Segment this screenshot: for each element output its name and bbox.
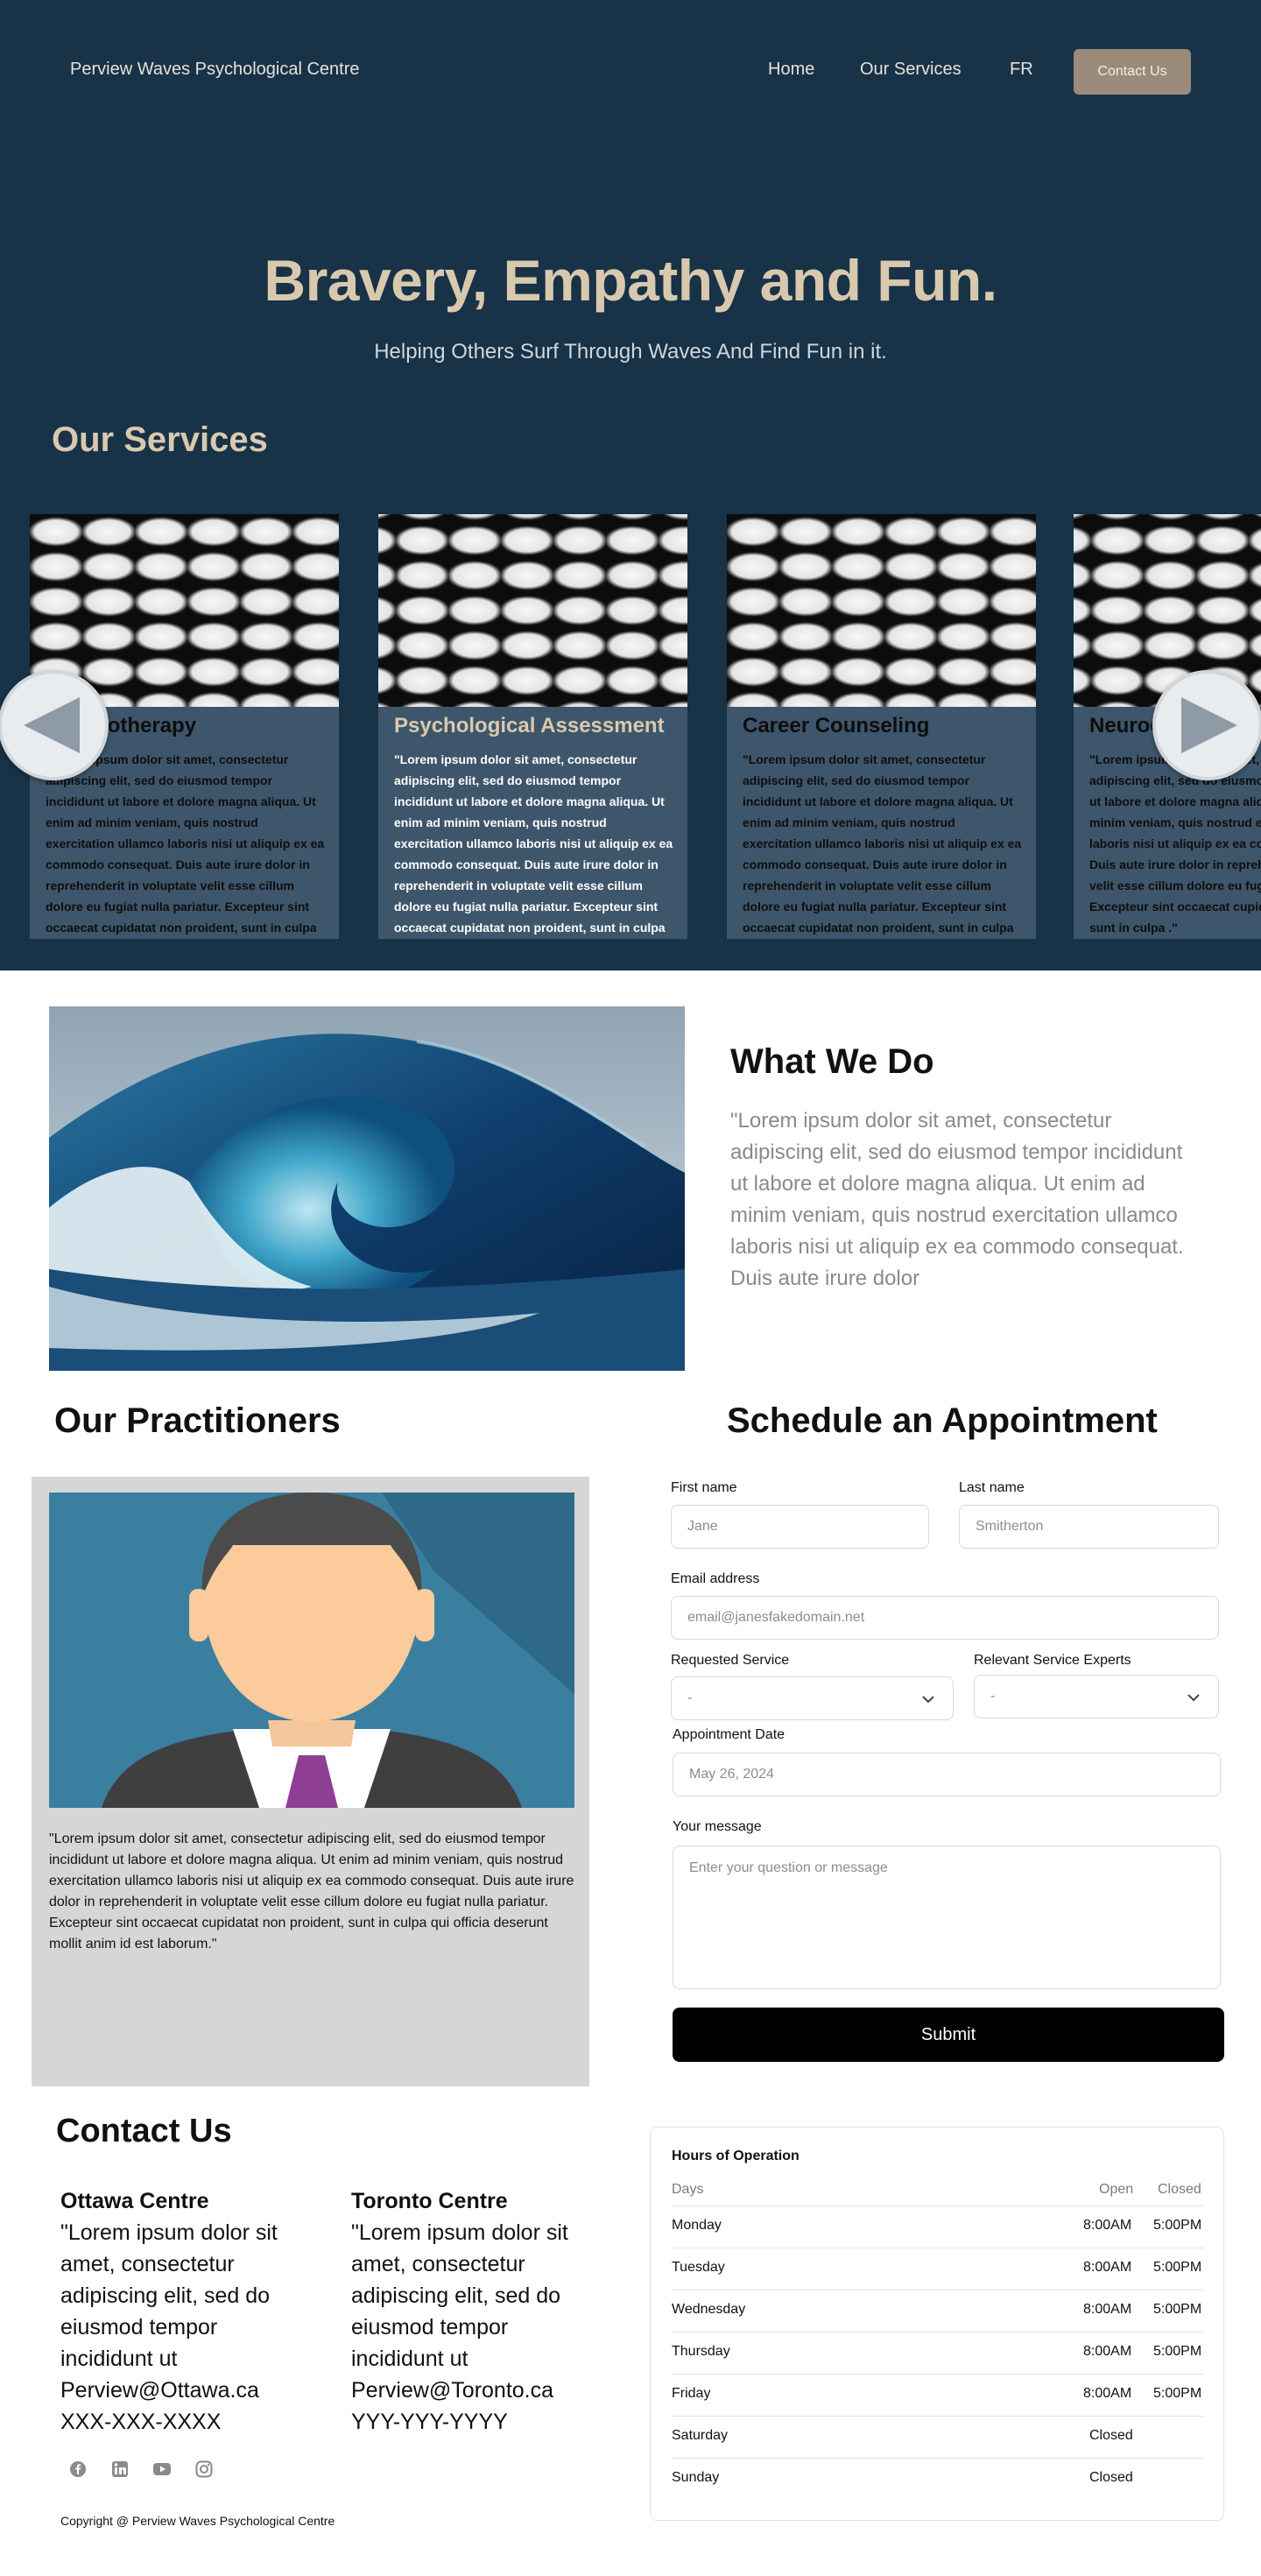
centre-name: Ottawa Centre bbox=[60, 2189, 209, 2213]
day-label: Wednesday bbox=[672, 2302, 746, 2317]
close-time: 5:00PM bbox=[1153, 2260, 1202, 2275]
nav-home[interactable]: Home bbox=[768, 60, 814, 80]
wave-image bbox=[49, 1006, 685, 1371]
service-experts-value: - bbox=[990, 1689, 996, 1704]
services-heading: Our Services bbox=[52, 420, 268, 459]
close-time: 5:00PM bbox=[1153, 2344, 1202, 2359]
appointment-date-label: Appointment Date bbox=[673, 1727, 785, 1742]
brand-name[interactable]: Perview Waves Psychological Centre bbox=[70, 60, 360, 80]
message-label: Your message bbox=[673, 1819, 762, 1834]
what-we-do-text: "Lorem ipsum dolor sit amet, consectetur… bbox=[730, 1109, 1184, 1290]
open-time: 8:00AM bbox=[1083, 2302, 1132, 2317]
ottawa-centre: Ottawa Centre "Lorem ipsum dolor sit ame… bbox=[60, 2185, 297, 2438]
facebook-icon[interactable] bbox=[68, 2460, 88, 2479]
nav-language-fr[interactable]: FR bbox=[1010, 60, 1033, 80]
close-time: 5:00PM bbox=[1153, 2302, 1202, 2317]
carousel-next-button[interactable] bbox=[1152, 670, 1261, 780]
centre-email[interactable]: Perview@Toronto.ca bbox=[351, 2375, 588, 2406]
hero-subtitle: Helping Others Surf Through Waves And Fi… bbox=[374, 340, 887, 363]
hero-section: Perview Waves Psychological Centre Home … bbox=[0, 0, 1261, 970]
centre-phone: YYY-YYY-YYYY bbox=[351, 2410, 508, 2434]
service-card-title: Psychological Assessment bbox=[394, 714, 665, 738]
day-label: Sunday bbox=[672, 2470, 720, 2485]
first-name-label: First name bbox=[671, 1480, 737, 1495]
day-label: Thursday bbox=[672, 2344, 730, 2359]
column-closed: Closed bbox=[1158, 2182, 1201, 2197]
column-days: Days bbox=[672, 2182, 704, 2197]
requested-service-select[interactable]: - bbox=[671, 1676, 954, 1720]
contact-title: Contact Us bbox=[56, 2113, 232, 2149]
toronto-centre: Toronto Centre "Lorem ipsum dolor sit am… bbox=[351, 2185, 588, 2438]
what-we-do-title: What We Do bbox=[730, 1042, 934, 1081]
service-card-text: "Lorem ipsum dolor sit amet, consectetur… bbox=[394, 752, 673, 935]
email-input[interactable]: email@janesfakedomain.net bbox=[671, 1596, 1219, 1640]
open-time: 8:00AM bbox=[1083, 2344, 1132, 2359]
service-card-image bbox=[727, 514, 1036, 707]
last-name-label: Last name bbox=[959, 1480, 1025, 1495]
open-time: 8:00AM bbox=[1083, 2260, 1132, 2275]
hours-row-thursday: Thursday 8:00AM 5:00PM bbox=[672, 2332, 1204, 2374]
open-time: 8:00AM bbox=[1083, 2218, 1132, 2233]
carousel-prev-button[interactable] bbox=[0, 670, 109, 780]
day-label: Monday bbox=[672, 2218, 722, 2233]
centre-email[interactable]: Perview@Ottawa.ca bbox=[60, 2375, 297, 2406]
hours-title: Hours of Operation bbox=[672, 2149, 800, 2163]
submit-button[interactable]: Submit bbox=[673, 2008, 1224, 2062]
hours-row-monday: Monday 8:00AM 5:00PM bbox=[672, 2205, 1204, 2248]
hours-table: Hours of Operation Days Open Closed Mond… bbox=[650, 2127, 1224, 2521]
practitioners-title: Our Practitioners bbox=[54, 1401, 341, 1440]
day-label: Friday bbox=[672, 2386, 711, 2401]
close-time: 5:00PM bbox=[1153, 2218, 1202, 2233]
open-time: 8:00AM bbox=[1083, 2386, 1132, 2401]
triangle-right-icon bbox=[1181, 697, 1237, 753]
hours-row-wednesday: Wednesday 8:00AM 5:00PM bbox=[672, 2290, 1204, 2332]
day-label: Tuesday bbox=[672, 2260, 725, 2275]
centre-description: "Lorem ipsum dolor sit amet, consectetur… bbox=[60, 2220, 278, 2371]
appointment-date-input[interactable]: May 26, 2024 bbox=[673, 1753, 1221, 1796]
centre-name: Toronto Centre bbox=[351, 2189, 508, 2213]
linkedin-icon[interactable] bbox=[110, 2460, 130, 2479]
centre-phone: XXX-XXX-XXXX bbox=[60, 2410, 222, 2434]
service-card-image bbox=[378, 514, 687, 707]
hours-row-sunday: Sunday Closed bbox=[672, 2458, 1204, 2500]
instagram-icon[interactable] bbox=[194, 2460, 214, 2479]
hero-title: Bravery, Empathy and Fun. bbox=[264, 248, 997, 313]
centre-description: "Lorem ipsum dolor sit amet, consectetur… bbox=[351, 2220, 568, 2371]
message-textarea[interactable]: Enter your question or message bbox=[673, 1846, 1221, 1989]
triangle-left-icon bbox=[24, 697, 80, 753]
last-name-input[interactable]: Smitherton bbox=[959, 1505, 1219, 1549]
service-card-text: "Lorem ipsum dolor sit amet, consectetur… bbox=[743, 752, 1022, 935]
youtube-icon[interactable] bbox=[152, 2460, 172, 2479]
practitioner-card[interactable]: "Lorem ipsum dolor sit amet, consectetur… bbox=[32, 1477, 589, 2086]
column-open: Open bbox=[1099, 2182, 1134, 2197]
chevron-down-icon bbox=[1187, 1694, 1200, 1702]
service-card-psychological-assessment[interactable]: Psychological Assessment "Lorem ipsum do… bbox=[378, 514, 687, 939]
nav-our-services[interactable]: Our Services bbox=[860, 60, 962, 80]
hours-row-saturday: Saturday Closed bbox=[672, 2416, 1204, 2458]
practitioner-avatar bbox=[49, 1493, 574, 1808]
service-experts-select[interactable]: - bbox=[974, 1675, 1219, 1719]
requested-service-label: Requested Service bbox=[671, 1653, 790, 1668]
day-label: Saturday bbox=[672, 2428, 729, 2443]
service-card-text: "Lorem ipsum dolor sit amet, consectetur… bbox=[46, 752, 325, 935]
first-name-input[interactable]: Jane bbox=[671, 1505, 929, 1549]
copyright-text: Copyright @ Perview Waves Psychological … bbox=[60, 2514, 335, 2528]
practitioner-bio: "Lorem ipsum dolor sit amet, consectetur… bbox=[49, 1831, 574, 1951]
hours-row-friday: Friday 8:00AM 5:00PM bbox=[672, 2374, 1204, 2416]
hours-header-row: Days Open Closed bbox=[672, 2182, 1204, 2205]
closed-status: Closed bbox=[1089, 2428, 1133, 2443]
service-experts-label: Relevant Service Experts bbox=[974, 1653, 1131, 1668]
close-time: 5:00PM bbox=[1153, 2386, 1202, 2401]
service-card-title: Career Counseling bbox=[743, 714, 930, 738]
email-label: Email address bbox=[671, 1571, 760, 1586]
hours-row-tuesday: Tuesday 8:00AM 5:00PM bbox=[672, 2248, 1204, 2290]
requested-service-value: - bbox=[687, 1690, 693, 1705]
schedule-title: Schedule an Appointment bbox=[727, 1401, 1158, 1440]
chevron-down-icon bbox=[922, 1696, 934, 1704]
contact-us-button[interactable]: Contact Us bbox=[1074, 49, 1191, 95]
service-card-text: "Lorem ipsum dolor sit amet, consectetur… bbox=[1089, 752, 1261, 935]
service-card-career-counseling[interactable]: Career Counseling "Lorem ipsum dolor sit… bbox=[727, 514, 1036, 939]
closed-status: Closed bbox=[1089, 2470, 1133, 2485]
